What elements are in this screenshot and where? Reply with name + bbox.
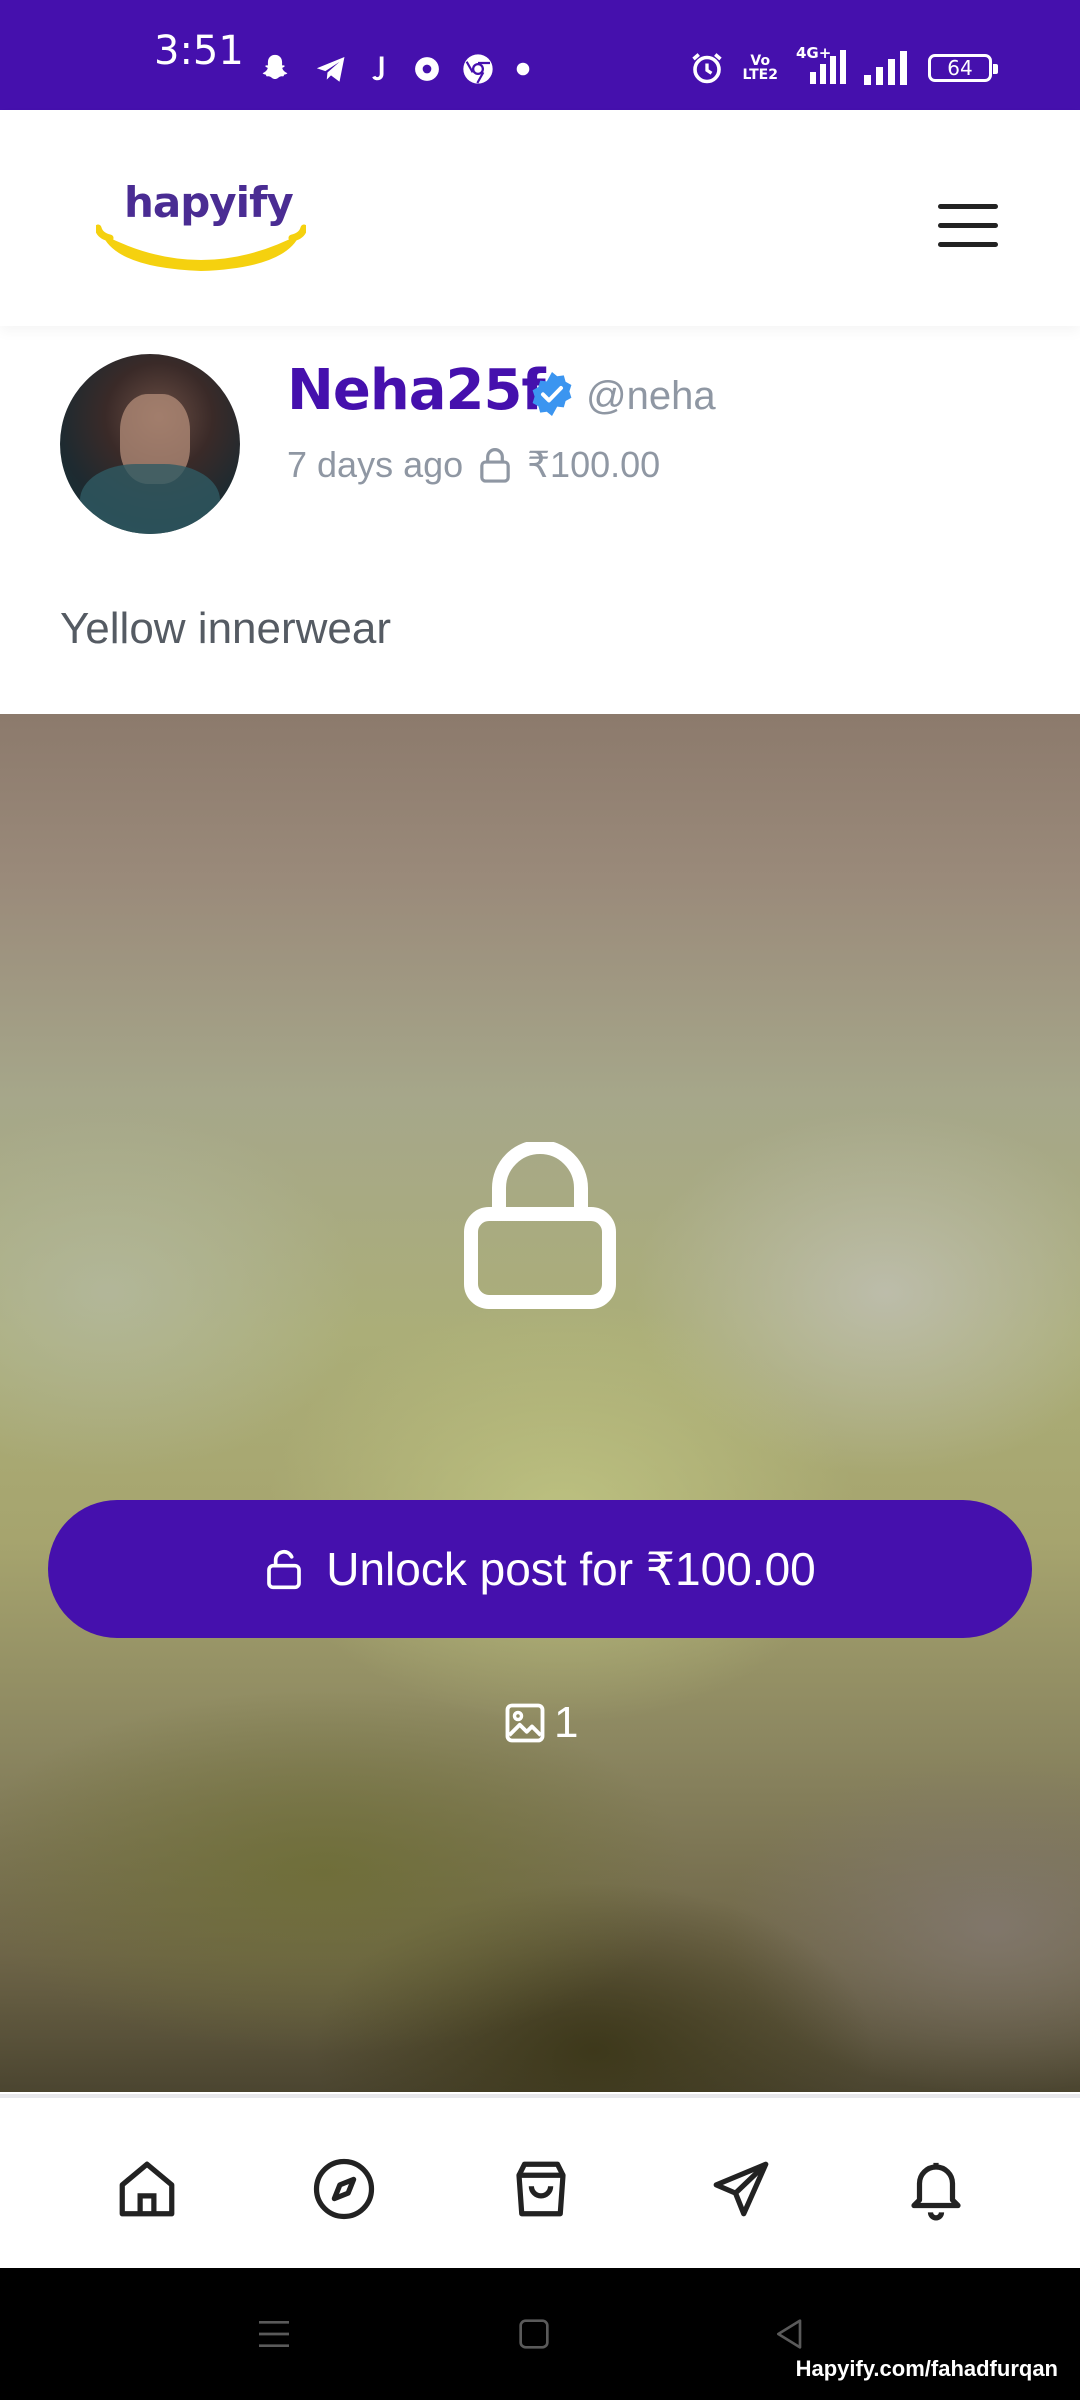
more-dot-icon xyxy=(516,62,530,76)
locked-icon xyxy=(464,1142,616,1309)
chrome-icon xyxy=(463,54,493,84)
bottom-nav xyxy=(0,2094,1080,2268)
unlock-post-button[interactable]: Unlock post for ₹100.00 xyxy=(48,1500,1032,1638)
post-time: 7 days ago xyxy=(287,444,464,485)
volte-indicator: Vo LTE2 xyxy=(742,53,778,83)
shop-bag-icon[interactable] xyxy=(508,2156,574,2222)
post-price: ₹100.00 xyxy=(527,444,661,485)
system-nav-bar: Hapyify.com/fahadfurqan xyxy=(0,2268,1080,2400)
lock-icon xyxy=(480,448,510,483)
status-time: 3:51 xyxy=(154,28,244,74)
unlock-icon xyxy=(267,1549,302,1590)
telegram-icon xyxy=(316,56,345,82)
notification-icons xyxy=(258,52,530,86)
verified-badge-icon xyxy=(532,372,572,416)
app-header: hapyify xyxy=(0,110,1080,326)
post-meta: 7 days ago ₹100.00 xyxy=(287,444,660,486)
hapyify-logo[interactable]: hapyify xyxy=(96,178,306,274)
app-icon xyxy=(415,57,439,81)
status-bar: 3:51 Vo LTE2 4G+ 64 xyxy=(0,0,1080,110)
status-indicators: Vo LTE2 4G+ 64 xyxy=(689,44,998,86)
display-name[interactable]: Neha25f xyxy=(287,358,546,423)
avatar[interactable] xyxy=(60,354,240,534)
battery-indicator: 64 xyxy=(928,54,998,82)
recent-apps-icon[interactable] xyxy=(254,2314,294,2354)
home-icon[interactable] xyxy=(114,2156,180,2222)
locked-media[interactable]: Unlock post for ₹100.00 1 xyxy=(0,714,1080,2092)
explore-compass-icon[interactable] xyxy=(311,2156,377,2222)
signal-4g-icon: 4G+ xyxy=(796,44,846,86)
unlock-label: Unlock post for ₹100.00 xyxy=(326,1543,816,1595)
signal-bars-icon xyxy=(864,51,907,85)
home-system-icon[interactable] xyxy=(514,2314,554,2354)
messages-send-icon[interactable] xyxy=(708,2156,774,2222)
logo-smile-icon xyxy=(96,224,306,271)
media-count: 1 xyxy=(504,1698,578,1748)
jiosaavn-icon xyxy=(372,56,384,81)
alarm-icon xyxy=(691,53,722,84)
notifications-bell-icon[interactable] xyxy=(903,2156,969,2222)
image-icon xyxy=(505,1703,545,1743)
media-count-value: 1 xyxy=(554,1698,579,1747)
username[interactable]: @neha xyxy=(586,374,716,419)
snapchat-icon xyxy=(262,54,288,80)
hamburger-menu-icon[interactable] xyxy=(938,204,998,252)
back-icon[interactable] xyxy=(770,2314,810,2354)
post-caption: Yellow innerwear xyxy=(60,604,392,653)
watermark-text: Hapyify.com/fahadfurqan xyxy=(795,2356,1058,2381)
